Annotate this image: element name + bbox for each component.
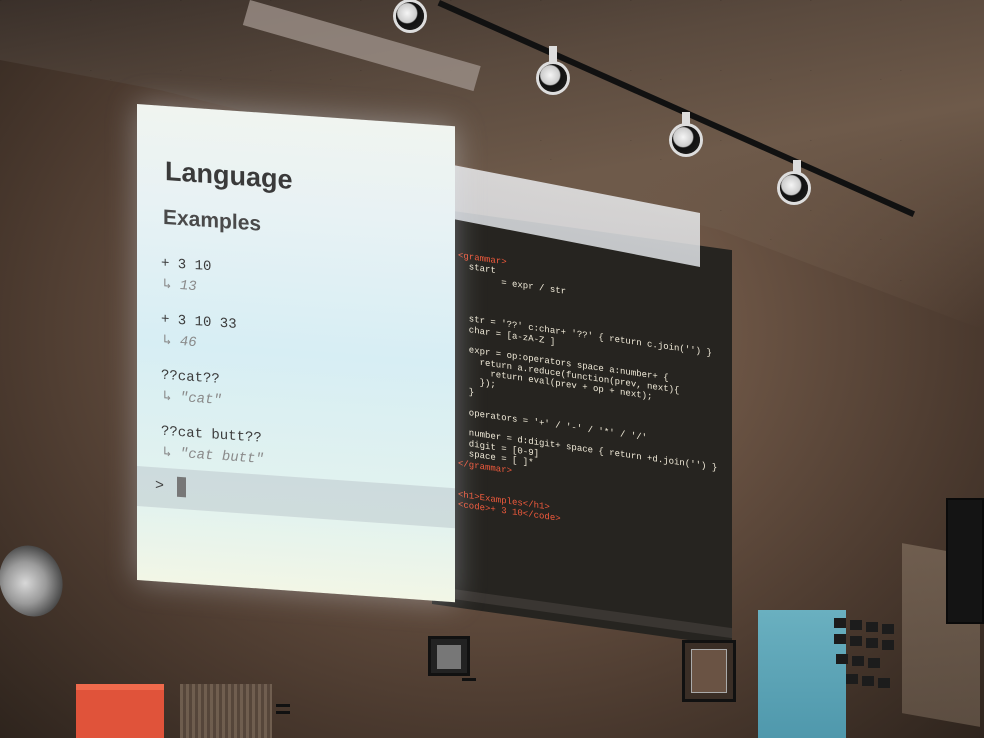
code-editor: 313233<grammar>34 start35 = expr / str36… xyxy=(436,227,732,550)
code-text: } xyxy=(458,385,475,398)
wall-monitor xyxy=(946,498,984,624)
wall-label xyxy=(276,711,290,714)
slide-subtitle: Examples xyxy=(163,205,262,236)
example-input: ??cat butt?? xyxy=(161,423,262,447)
text-cursor xyxy=(177,476,186,498)
repl-prompt: > xyxy=(155,477,165,495)
wall-label xyxy=(462,678,476,681)
example-input: ??cat?? xyxy=(161,367,220,388)
repl-input[interactable]: > xyxy=(137,466,455,529)
wall-label xyxy=(276,704,290,707)
example-result: ↳ 13 xyxy=(163,276,197,296)
example-input: + 3 10 33 xyxy=(161,311,237,333)
display-stand xyxy=(180,684,272,738)
picture-frame xyxy=(682,640,736,702)
example-input: + 3 10 xyxy=(161,255,212,276)
red-box xyxy=(76,684,164,738)
example-result: ↳ "cat butt" xyxy=(163,444,264,468)
example-result: ↳ 46 xyxy=(163,332,197,352)
slide-title: Language xyxy=(165,155,293,195)
picture-frame xyxy=(428,636,470,676)
slide-panel: Language Examples + 3 10 ↳ 13 + 3 10 33 … xyxy=(137,104,455,603)
editor-status-bar xyxy=(432,586,732,639)
code-editor-panel: 313233<grammar>34 start35 = expr / str36… xyxy=(432,208,732,647)
example-result: ↳ "cat" xyxy=(163,388,222,409)
photo-grid xyxy=(832,616,902,698)
